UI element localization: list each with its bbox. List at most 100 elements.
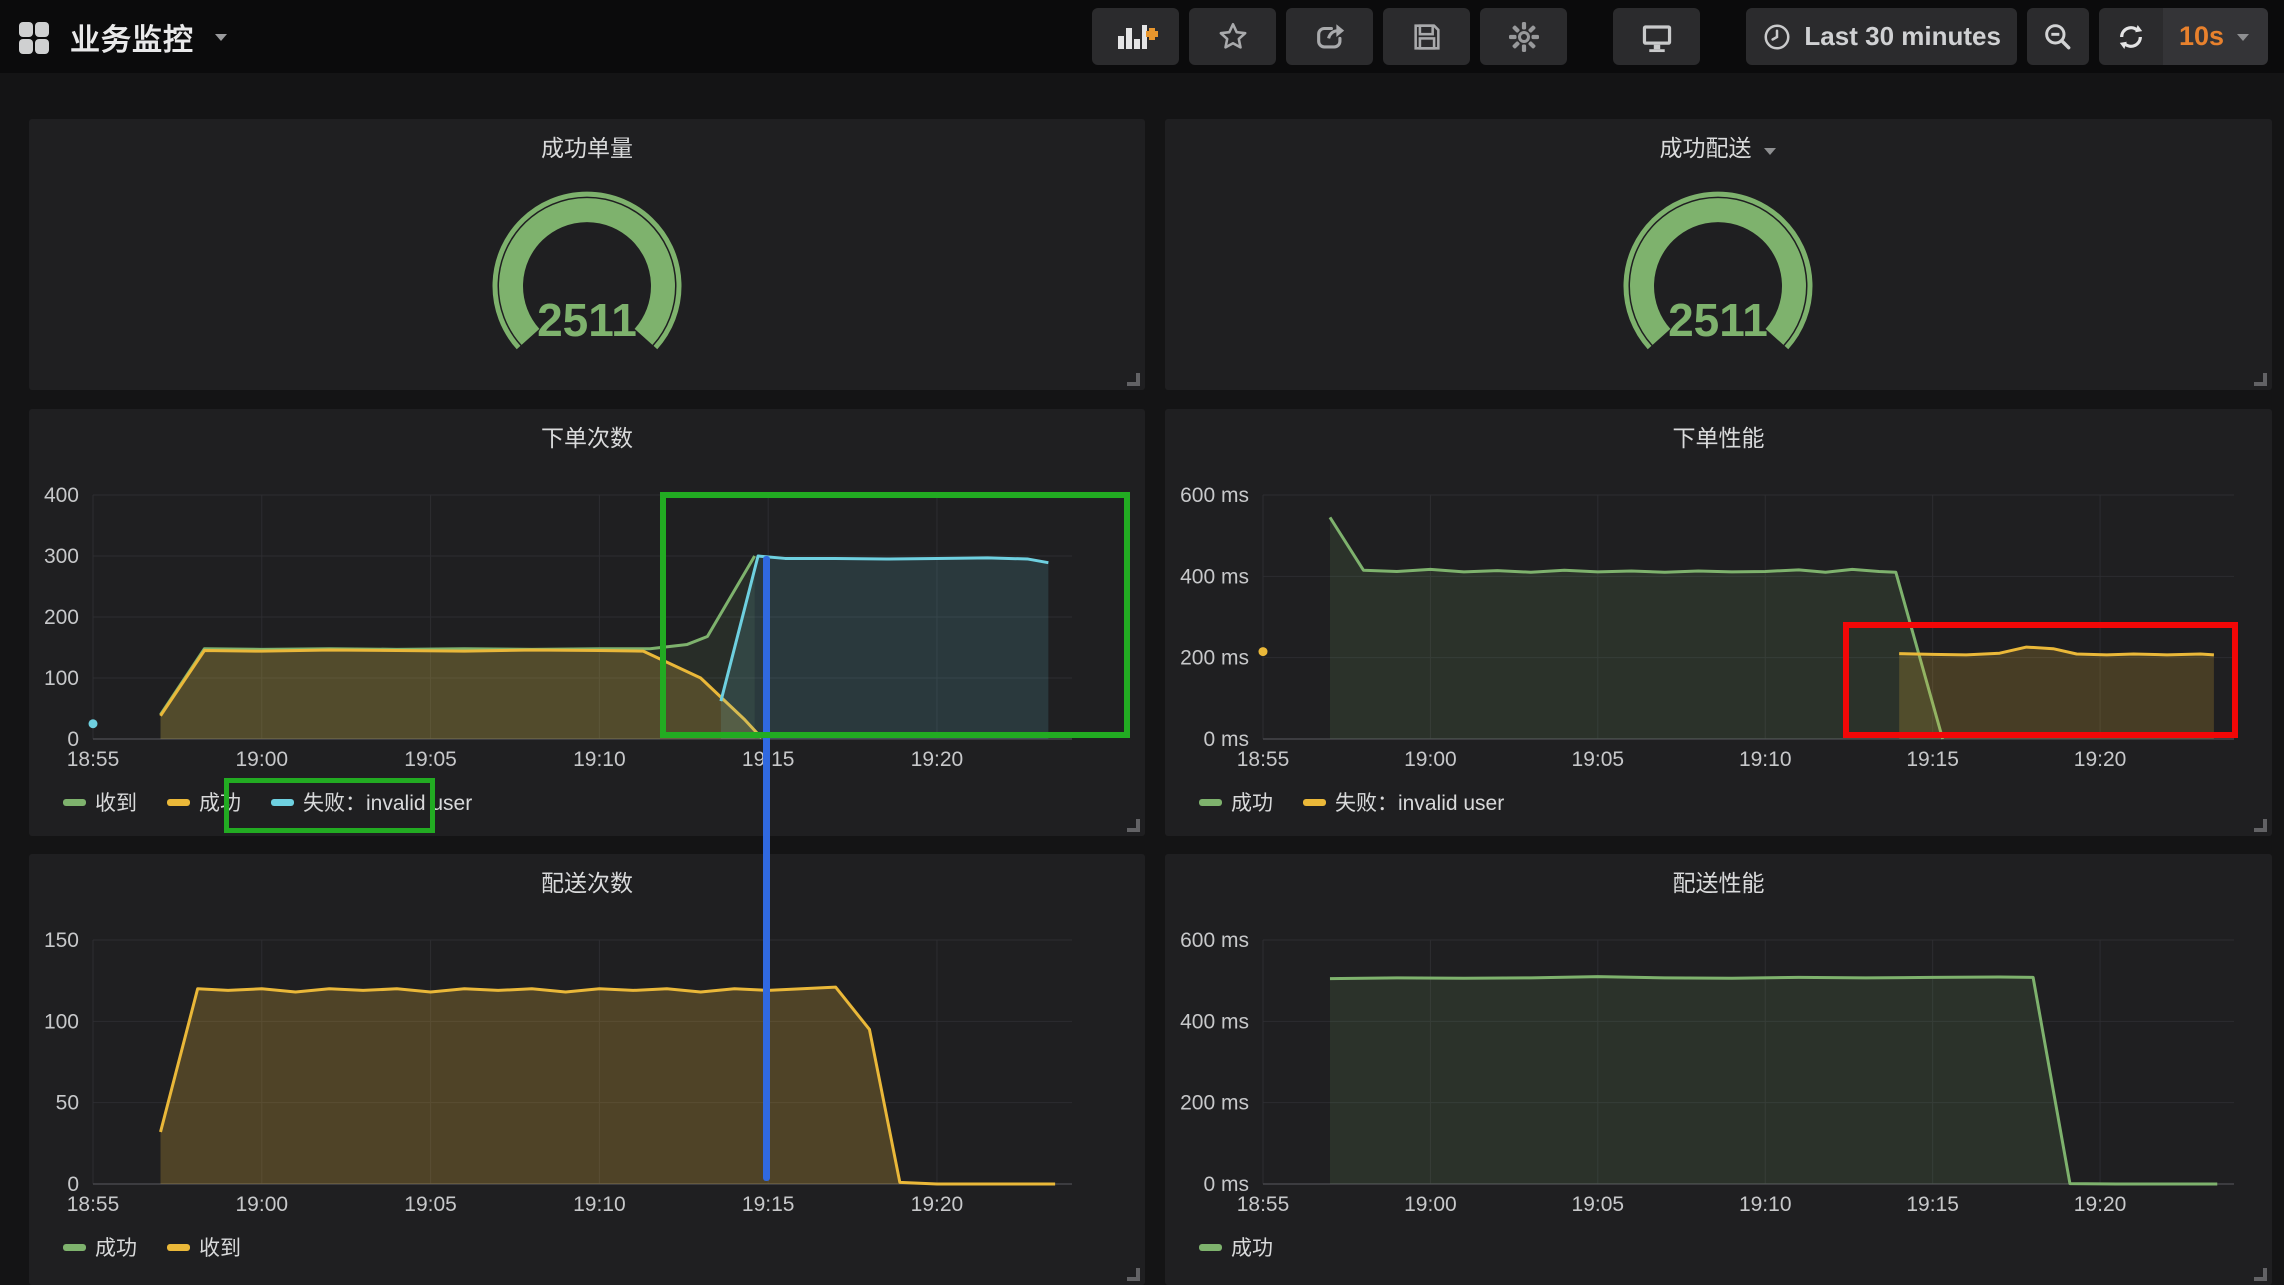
panel-title-text: 下单次数 xyxy=(541,425,633,451)
svg-text:19:20: 19:20 xyxy=(2074,748,2127,771)
svg-text:0: 0 xyxy=(67,1173,79,1196)
gauge-success-orders: 2511 xyxy=(467,190,707,400)
apps-grid-icon[interactable] xyxy=(16,19,52,55)
panel-resize-handle[interactable] xyxy=(2250,1264,2268,1282)
chart-order-performance[interactable]: 18:5519:0019:0519:1019:1519:200 ms200 ms… xyxy=(1165,409,2272,836)
chart-order-count[interactable]: 18:5519:0019:0519:1019:1519:200100200300… xyxy=(29,409,1145,836)
time-range-label: Last 30 minutes xyxy=(1804,21,2001,52)
panel-title[interactable]: 下单性能 xyxy=(1165,419,2272,453)
svg-text:19:15: 19:15 xyxy=(1906,748,1959,771)
svg-text:100: 100 xyxy=(44,1010,79,1033)
svg-text:100: 100 xyxy=(44,667,79,690)
svg-text:19:10: 19:10 xyxy=(1739,748,1792,771)
panel-resize-handle[interactable] xyxy=(2250,369,2268,387)
panel-delivery-performance: 18:5519:0019:0519:1019:1519:200 ms200 ms… xyxy=(1165,854,2272,1285)
svg-text:18:55: 18:55 xyxy=(67,748,120,771)
panel-title-text: 下单性能 xyxy=(1673,425,1765,451)
svg-text:300: 300 xyxy=(44,545,79,568)
panel-title[interactable]: 成功单量 xyxy=(29,129,1145,163)
time-range-button[interactable]: Last 30 minutes xyxy=(1746,8,2017,65)
svg-text:19:05: 19:05 xyxy=(1572,748,1625,771)
svg-text:19:10: 19:10 xyxy=(573,1193,626,1216)
panel-title[interactable]: 下单次数 xyxy=(29,419,1145,453)
legend-item[interactable]: 成功 xyxy=(167,787,241,817)
panel-title[interactable]: 配送性能 xyxy=(1165,864,2272,898)
svg-text:19:05: 19:05 xyxy=(404,748,457,771)
dashboard-title[interactable]: 业务监控 xyxy=(70,15,194,59)
legend-item[interactable]: 收到 xyxy=(63,787,137,817)
legend-label: 成功 xyxy=(1231,1232,1273,1262)
legend-item[interactable]: 失败：invalid user xyxy=(271,787,472,817)
legend-label: 失败：invalid user xyxy=(1335,787,1504,817)
chart-legend: 成功收到 xyxy=(63,1232,241,1262)
settings-button[interactable] xyxy=(1480,8,1567,65)
zoom-out-button[interactable] xyxy=(2027,8,2089,65)
save-icon xyxy=(1410,20,1444,54)
refresh-button[interactable] xyxy=(2099,8,2163,65)
svg-text:200: 200 xyxy=(44,606,79,629)
panel-order-performance: 18:5519:0019:0519:1019:1519:200 ms200 ms… xyxy=(1165,409,2272,836)
legend-item[interactable]: 成功 xyxy=(1199,1232,1273,1262)
refresh-interval-label: 10s xyxy=(2179,21,2224,52)
star-button[interactable] xyxy=(1189,8,1276,65)
star-icon xyxy=(1216,20,1250,54)
panel-resize-handle[interactable] xyxy=(1123,369,1141,387)
save-button[interactable] xyxy=(1383,8,1470,65)
svg-text:19:05: 19:05 xyxy=(404,1193,457,1216)
legend-swatch xyxy=(1303,799,1326,806)
refresh-group: 10s xyxy=(2099,8,2268,65)
svg-text:50: 50 xyxy=(56,1092,79,1115)
gauge-value: 2511 xyxy=(1668,294,1768,346)
svg-text:0 ms: 0 ms xyxy=(1203,1173,1249,1196)
panel-title-text: 配送次数 xyxy=(541,870,633,896)
navbar: 业务监控 xyxy=(0,0,2284,73)
panel-delivery-count: 18:5519:0019:0519:1019:1519:20050100150 … xyxy=(29,854,1145,1285)
chart-legend: 收到 成功 失败：invalid user xyxy=(63,787,472,817)
svg-text:18:55: 18:55 xyxy=(1237,1193,1290,1216)
add-panel-icon xyxy=(1114,20,1158,54)
gauge-value: 2511 xyxy=(537,294,637,346)
panel-title-text: 成功单量 xyxy=(541,135,633,161)
panel-resize-handle[interactable] xyxy=(1123,815,1141,833)
svg-text:18:55: 18:55 xyxy=(1237,748,1290,771)
panel-title-caret-icon xyxy=(1762,146,1778,157)
legend-swatch xyxy=(1199,799,1222,806)
share-button[interactable] xyxy=(1286,8,1373,65)
refresh-interval-button[interactable]: 10s xyxy=(2163,8,2268,65)
clock-icon xyxy=(1762,22,1792,52)
svg-text:19:15: 19:15 xyxy=(742,1193,795,1216)
legend-item[interactable]: 失败：invalid user xyxy=(1303,787,1504,817)
legend-item[interactable]: 成功 xyxy=(1199,787,1273,817)
svg-text:19:15: 19:15 xyxy=(1906,1193,1959,1216)
legend-label: 失败：invalid user xyxy=(303,787,472,817)
svg-text:400: 400 xyxy=(44,484,79,507)
chart-delivery-count[interactable]: 18:5519:0019:0519:1019:1519:20050100150 xyxy=(29,854,1145,1285)
legend-swatch xyxy=(271,799,294,806)
svg-text:19:00: 19:00 xyxy=(236,1193,289,1216)
legend-item[interactable]: 成功 xyxy=(63,1232,137,1262)
chart-delivery-performance[interactable]: 18:5519:0019:0519:1019:1519:200 ms200 ms… xyxy=(1165,854,2272,1285)
panel-resize-handle[interactable] xyxy=(1123,1264,1141,1282)
legend-swatch xyxy=(63,1244,86,1251)
dashboard-title-caret-icon[interactable] xyxy=(212,31,230,43)
legend-swatch xyxy=(1199,1244,1222,1251)
svg-text:0 ms: 0 ms xyxy=(1203,728,1249,751)
svg-text:19:15: 19:15 xyxy=(742,748,795,771)
legend-label: 成功 xyxy=(199,787,241,817)
refresh-interval-caret-icon xyxy=(2234,31,2252,43)
svg-text:19:00: 19:00 xyxy=(1404,748,1457,771)
legend-label: 收到 xyxy=(95,787,137,817)
svg-text:19:20: 19:20 xyxy=(911,1193,964,1216)
tv-mode-button[interactable] xyxy=(1613,8,1700,65)
refresh-icon xyxy=(2115,21,2147,53)
panel-success-delivery: 成功配送 2511 xyxy=(1165,119,2272,390)
panel-title[interactable]: 成功配送 xyxy=(1165,129,2272,163)
panel-resize-handle[interactable] xyxy=(2250,815,2268,833)
legend-item[interactable]: 收到 xyxy=(167,1232,241,1262)
svg-text:19:20: 19:20 xyxy=(911,748,964,771)
panel-title[interactable]: 配送次数 xyxy=(29,864,1145,898)
svg-text:19:20: 19:20 xyxy=(2074,1193,2127,1216)
gauge-success-delivery: 2511 xyxy=(1598,190,1838,400)
legend-label: 成功 xyxy=(95,1232,137,1262)
add-panel-button[interactable] xyxy=(1092,8,1179,65)
